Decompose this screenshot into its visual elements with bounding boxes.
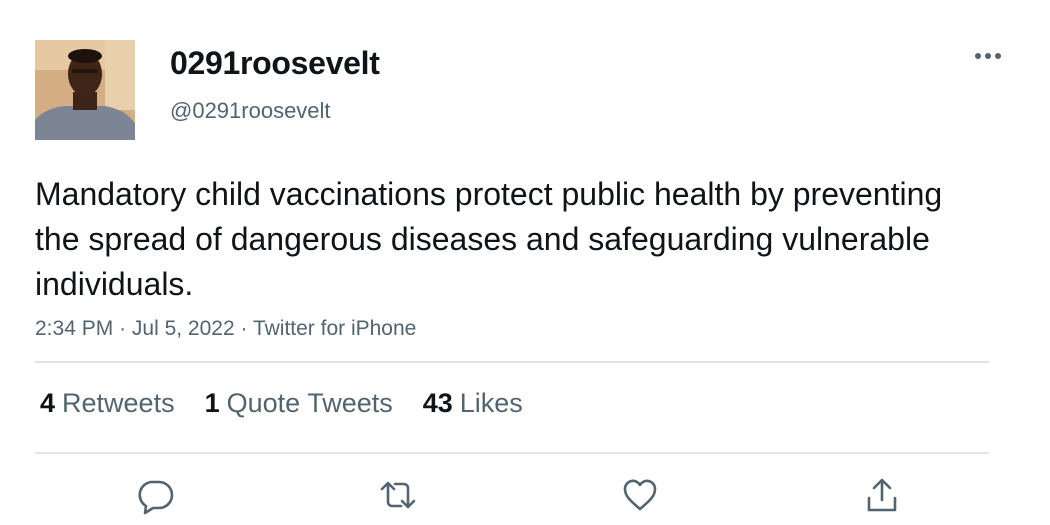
like-button[interactable] — [619, 474, 661, 516]
retweets-label: Retweets — [62, 388, 175, 418]
author-display-name[interactable]: 0291roosevelt — [170, 45, 380, 82]
quote-tweets-count: 1 — [204, 388, 220, 418]
more-dots-icon — [975, 53, 1001, 59]
divider — [35, 452, 989, 454]
reply-bubble-icon — [138, 480, 174, 515]
likes-count: 43 — [422, 388, 453, 418]
likes-label: Likes — [459, 388, 523, 418]
tweet-metadata: 2:34 PM · Jul 5, 2022 · Twitter for iPho… — [35, 317, 416, 341]
tweet-action-bar — [0, 474, 1050, 516]
author-handle[interactable]: @0291roosevelt — [170, 98, 331, 124]
divider — [35, 361, 989, 363]
tweet-time[interactable]: 2:34 PM — [35, 317, 113, 340]
share-button[interactable] — [861, 474, 903, 516]
retweet-arrows-icon — [380, 481, 416, 509]
retweet-button[interactable] — [377, 474, 419, 516]
likes-stat[interactable]: 43 Likes — [423, 388, 523, 419]
tweet-date[interactable]: Jul 5, 2022 — [132, 317, 235, 340]
tweet-source[interactable]: Twitter for iPhone — [253, 317, 416, 340]
quote-tweets-label: Quote Tweets — [226, 388, 393, 418]
retweets-count: 4 — [40, 388, 56, 418]
reply-button[interactable] — [134, 474, 176, 516]
author-avatar[interactable] — [35, 40, 135, 140]
heart-icon — [623, 479, 657, 511]
meta-separator: · — [119, 317, 132, 340]
avatar-photo-icon — [35, 40, 135, 140]
retweets-stat[interactable]: 4 Retweets — [40, 388, 175, 419]
meta-separator: · — [240, 317, 253, 340]
share-upload-icon — [867, 478, 897, 512]
tweet-text: Mandatory child vaccinations protect pub… — [35, 176, 943, 302]
quote-tweets-stat[interactable]: 1 Quote Tweets — [205, 388, 393, 419]
tweet-stats: 4 Retweets 1 Quote Tweets 43 Likes — [40, 388, 553, 419]
tweet-card: 0291roosevelt @0291roosevelt Mandatory c… — [0, 0, 1050, 525]
more-options-button[interactable] — [968, 40, 1008, 72]
